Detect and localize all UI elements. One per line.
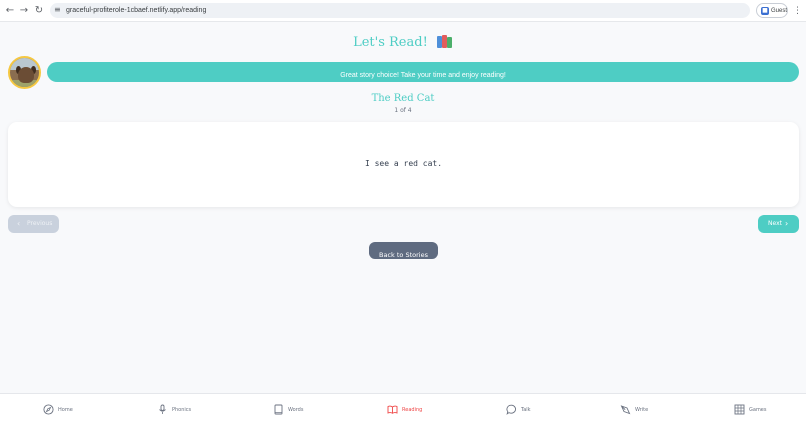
chevron-right-icon: › — [785, 219, 789, 228]
open-book-icon — [387, 405, 398, 414]
avatar — [8, 56, 41, 89]
story-sentence: I see a red cat. — [364, 159, 443, 168]
nav-label-games: Games — [749, 407, 767, 413]
forward-arrow-icon[interactable]: → — [17, 4, 31, 18]
page-title: Let's Read! — [353, 35, 428, 50]
page-indicator: 1 of 4 — [394, 107, 412, 114]
url-text[interactable]: graceful-profiterole-1cbaef.netlify.app/… — [66, 5, 206, 16]
next-label: Next — [768, 220, 782, 227]
pen-icon — [620, 405, 631, 415]
story-title: The Red Cat — [371, 93, 435, 104]
grid-icon — [734, 404, 745, 415]
compass-icon — [43, 404, 54, 415]
chevron-left-icon: ‹ — [17, 219, 21, 228]
nav-label-words: Words — [288, 407, 304, 413]
bottom-nav: Home Phonics Words Reading Talk Write Ga… — [0, 393, 806, 428]
site-info-icon[interactable]: ≡ — [54, 5, 64, 15]
nav-label-write: Write — [635, 407, 649, 413]
book-icon — [274, 404, 283, 415]
browser-toolbar: ← → ↻ ≡ graceful-profiterole-1cbaef.netl… — [0, 0, 806, 22]
back-arrow-icon[interactable]: ← — [3, 4, 17, 18]
page-header: Let's Read! — [0, 31, 806, 50]
microphone-icon — [159, 404, 166, 414]
profile-label: Guest — [771, 8, 788, 14]
nav-label-home: Home — [58, 407, 73, 413]
banner-message: Great story choice! Take your time and e… — [340, 72, 506, 79]
nav-label-reading: Reading — [402, 407, 423, 413]
profile-button[interactable]: ■ Guest — [756, 3, 788, 18]
person-icon: ■ — [761, 7, 769, 15]
nav-label-talk: Talk — [521, 407, 531, 413]
next-button[interactable]: Next › — [758, 215, 799, 233]
chat-bubble-icon — [506, 404, 516, 415]
nav-label-phonics: Phonics — [172, 407, 192, 413]
back-to-stories-label: Back to Stories — [379, 251, 428, 259]
address-bar[interactable]: ≡ graceful-profiterole-1cbaef.netlify.ap… — [50, 3, 750, 18]
story-card: I see a red cat. — [8, 122, 799, 207]
previous-label: Previous — [27, 220, 53, 227]
back-to-stories-button[interactable]: Back to Stories — [369, 242, 438, 259]
more-menu-icon[interactable]: ⋮ — [793, 4, 802, 18]
message-banner: Great story choice! Take your time and e… — [47, 62, 799, 82]
previous-button[interactable]: ‹ Previous — [8, 215, 59, 233]
books-icon — [436, 35, 453, 48]
reload-icon[interactable]: ↻ — [32, 4, 46, 18]
